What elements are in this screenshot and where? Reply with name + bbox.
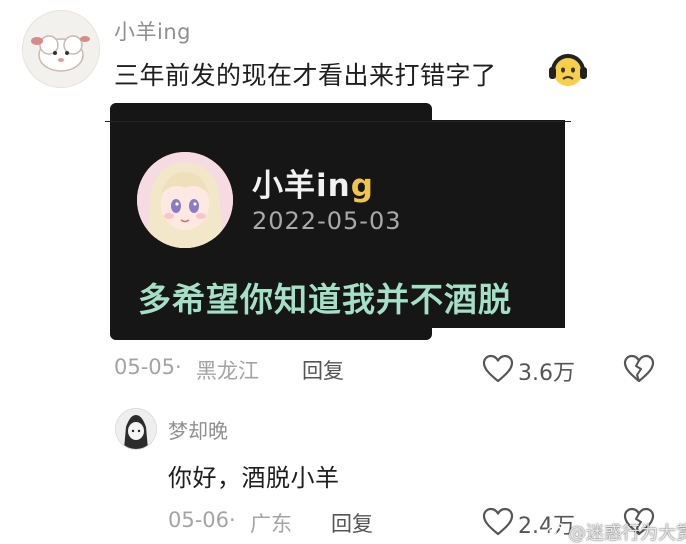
weibo-icon — [545, 521, 567, 539]
comment-text: 三年前发的现在才看出来打错字了 — [114, 61, 497, 90]
card-username-text: 小羊in — [252, 168, 351, 204]
watermark: @迷惑行为大赏 — [568, 523, 686, 544]
username[interactable]: 小羊ing — [114, 16, 191, 46]
reply-text: 你好，酒脱小羊 — [168, 464, 340, 492]
reply-date: 05-06 — [168, 508, 230, 532]
card-quote: 多希望你知道我并不酒脱 — [138, 280, 512, 319]
reply-button[interactable]: 回复 — [331, 508, 373, 538]
reply-location: 广东 — [250, 512, 292, 536]
screenshot-card-bottom — [110, 318, 432, 340]
reply-avatar[interactable] — [115, 408, 157, 450]
comment-location: 黑龙江 — [196, 359, 259, 383]
comment-thread: 小羊ing 三年前发的现在才看出来打错字了 小羊ing 2022-05-03 多… — [0, 0, 686, 544]
heart-icon[interactable] — [482, 354, 514, 384]
divider — [105, 121, 571, 122]
card-avatar — [137, 152, 233, 248]
broken-heart-icon[interactable] — [623, 354, 655, 384]
reply-username[interactable]: 梦却晚 — [168, 415, 228, 444]
like-count: 3.6万 — [518, 361, 575, 386]
card-date: 2022-05-03 — [252, 207, 402, 235]
headphone-face-emoji-icon — [547, 49, 589, 91]
meta-separator: · — [175, 355, 182, 379]
meta-separator: · — [229, 508, 236, 532]
card-username: 小羊ing — [252, 160, 374, 205]
card-username-suffix: g — [350, 168, 374, 204]
comment-date: 05-05 — [114, 355, 176, 379]
heart-icon[interactable] — [482, 507, 514, 537]
reply-button[interactable]: 回复 — [302, 355, 344, 385]
avatar[interactable] — [22, 10, 100, 88]
